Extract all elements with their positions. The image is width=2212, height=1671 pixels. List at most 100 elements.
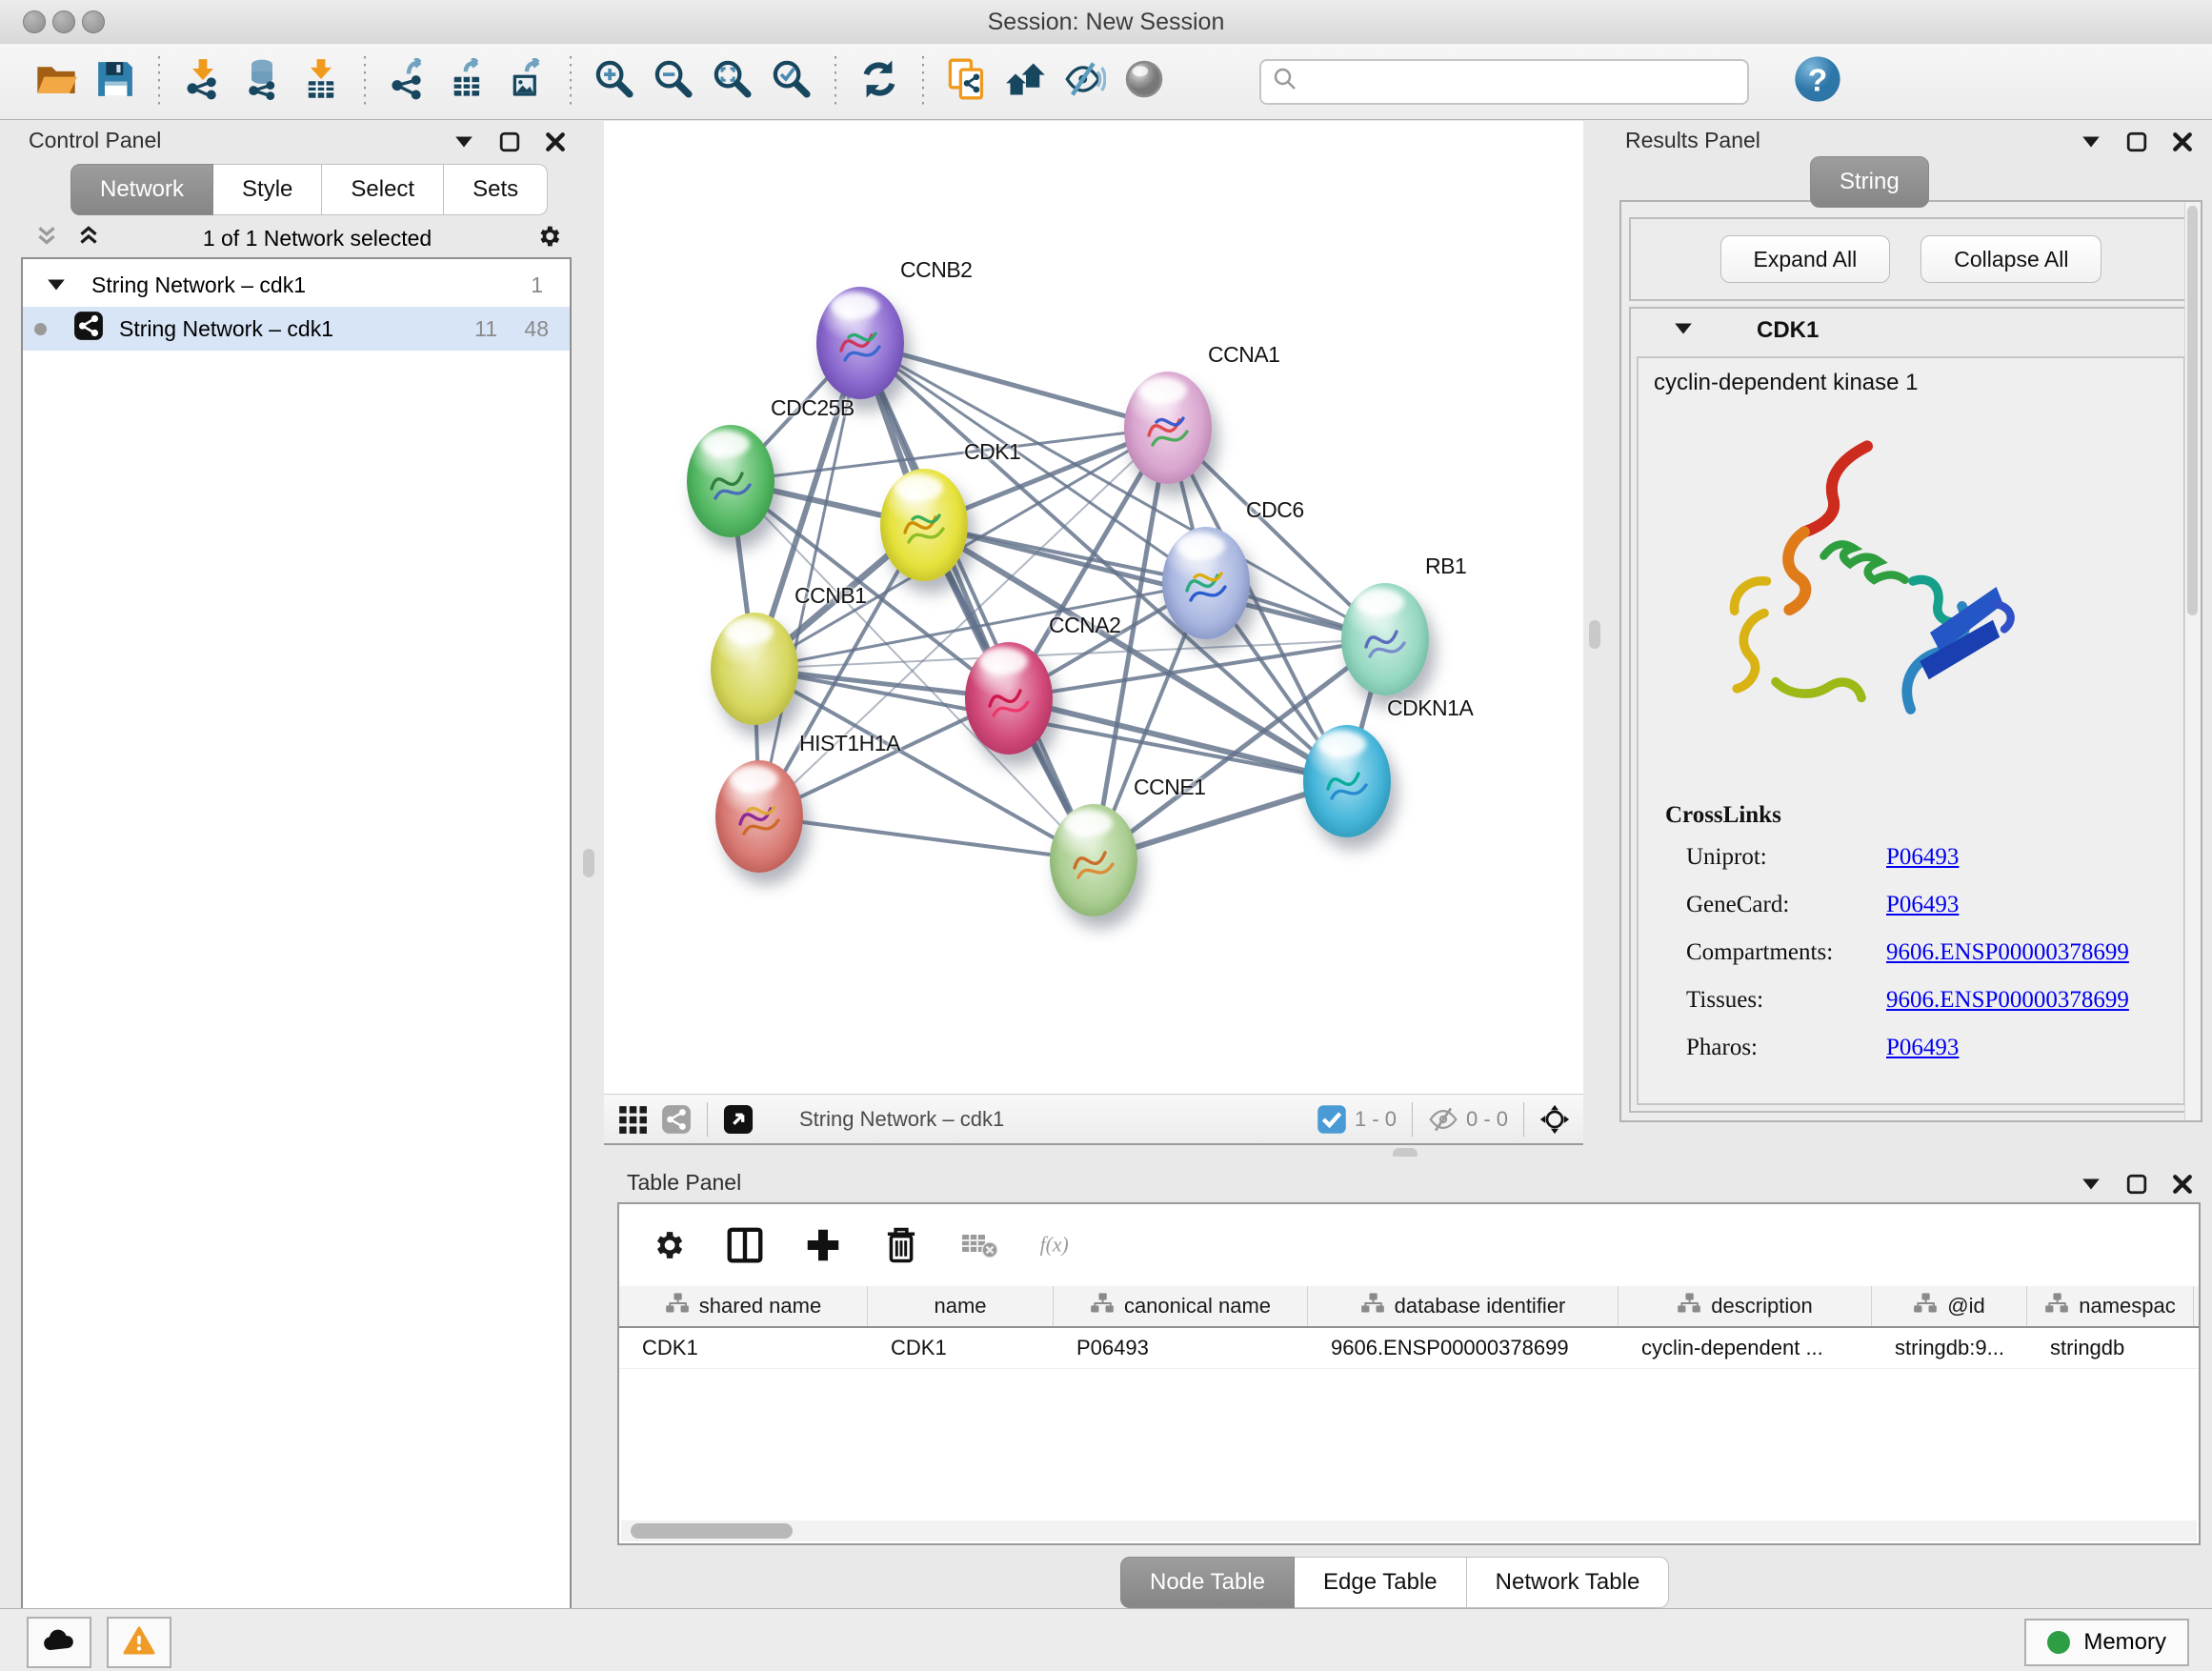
collapse-all-tree-icon[interactable] (76, 224, 101, 253)
refresh-button[interactable] (855, 55, 904, 109)
table-row[interactable]: CDK1CDK1P064939606.ENSP00000378699cyclin… (619, 1328, 2199, 1369)
zoom-selected-button[interactable] (767, 55, 816, 109)
open-session-button[interactable] (31, 55, 81, 109)
network-node-cdkn1a[interactable] (1303, 725, 1391, 837)
column-header[interactable]: database identifier (1308, 1286, 1619, 1326)
table-panel-float-icon[interactable] (2126, 1174, 2147, 1199)
network-canvas[interactable]: CCNB2CCNA1CDC25BCDK1CDC6RB1CCNB1CCNA2CDK… (604, 121, 1583, 1094)
network-node-ccnb2[interactable] (816, 287, 904, 399)
collection-caret-icon[interactable] (46, 272, 67, 298)
tab-style[interactable]: Style (213, 164, 322, 215)
inactive-orb-button[interactable] (1119, 55, 1169, 109)
export-network-button[interactable] (384, 55, 433, 109)
network-node-ccne1[interactable] (1050, 804, 1137, 916)
crosslink-link[interactable]: P06493 (1886, 892, 1959, 918)
table-panel-close-icon[interactable] (2172, 1174, 2193, 1199)
string-network-icon[interactable] (661, 1104, 692, 1135)
search-input[interactable] (1299, 64, 1747, 100)
save-session-button[interactable] (90, 55, 140, 109)
help-icon: ? (1794, 55, 1841, 108)
results-panel-collapse-icon[interactable] (2081, 131, 2101, 157)
network-collection-row[interactable]: String Network – cdk1 1 (23, 263, 570, 307)
warnings-button[interactable] (107, 1617, 171, 1668)
view-grid-icon[interactable] (617, 1104, 648, 1135)
results-panel-float-icon[interactable] (2126, 131, 2147, 157)
network-node-cdk1[interactable] (880, 469, 968, 581)
control-panel-collapse-icon[interactable] (453, 131, 474, 157)
tab-node-table[interactable]: Node Table (1120, 1557, 1295, 1608)
network-node-hist1h1a[interactable] (715, 760, 803, 873)
tab-edge-table[interactable]: Edge Table (1295, 1557, 1467, 1608)
network-node-ccna2[interactable] (965, 642, 1053, 755)
home-button[interactable] (1001, 55, 1051, 109)
table-panel-collapse-icon[interactable] (2081, 1174, 2101, 1199)
zoom-out-button[interactable] (649, 55, 698, 109)
network-options-gear-icon[interactable] (533, 222, 562, 255)
crosslink-link[interactable]: P06493 (1886, 844, 1959, 871)
fit-selected-crosshair-icon[interactable] (1539, 1104, 1570, 1135)
column-header[interactable]: shared name (619, 1286, 868, 1326)
right-splitter-handle[interactable] (1589, 620, 1600, 649)
entry-caret-icon[interactable] (1673, 321, 1694, 341)
column-header[interactable]: description (1619, 1286, 1872, 1326)
tab-sets[interactable]: Sets (444, 164, 548, 215)
crosslink-link[interactable]: 9606.ENSP00000378699 (1886, 987, 2129, 1014)
delete-column-icon[interactable] (882, 1226, 920, 1264)
expand-all-button[interactable]: Expand All (1720, 235, 1891, 283)
import-network-icon (182, 58, 224, 105)
add-column-icon[interactable] (804, 1226, 842, 1264)
network-node-ccna1[interactable] (1124, 372, 1212, 484)
results-scrollbar-thumb[interactable] (2187, 206, 2198, 615)
crosslink-link[interactable]: 9606.ENSP00000378699 (1886, 939, 2129, 966)
export-table-button[interactable] (443, 55, 493, 109)
control-panel-close-icon[interactable] (545, 131, 566, 157)
network-node-cdc6[interactable] (1162, 527, 1250, 639)
export-image-button[interactable] (502, 55, 552, 109)
table-hscrollbar-thumb[interactable] (631, 1523, 793, 1539)
tab-network[interactable]: Network (70, 164, 213, 215)
expand-all-tree-icon[interactable] (34, 224, 59, 253)
memory-button[interactable]: Memory (2024, 1619, 2189, 1666)
birdseye-view-icon[interactable] (723, 1104, 754, 1135)
import-table-icon (300, 58, 342, 105)
zoom-in-button[interactable] (590, 55, 639, 109)
crosslink-row: Tissues:9606.ENSP00000378699 (1686, 987, 2164, 1014)
network-node-rb1[interactable] (1341, 583, 1429, 695)
network-row-selected[interactable]: String Network – cdk1 11 48 (23, 307, 570, 351)
cloud-button[interactable] (27, 1617, 91, 1668)
results-panel-close-icon[interactable] (2172, 131, 2193, 157)
search-box[interactable] (1259, 59, 1749, 105)
import-network-button[interactable] (178, 55, 228, 109)
network-node-cdc25b[interactable] (687, 425, 774, 537)
zoom-in-icon (593, 58, 635, 105)
zoom-fit-button[interactable] (708, 55, 757, 109)
tree-mapping-icon (1913, 1292, 1938, 1320)
node-table[interactable]: shared namenamecanonical namedatabase id… (619, 1286, 2199, 1369)
network-tree: String Network – cdk1 1 String Network –… (21, 257, 572, 1671)
results-scrollbar[interactable] (2184, 202, 2201, 1120)
column-header[interactable]: @id (1872, 1286, 2027, 1326)
column-header[interactable]: namespac (2027, 1286, 2194, 1326)
help-button[interactable]: ? (1793, 55, 1842, 109)
column-header[interactable]: canonical name (1054, 1286, 1308, 1326)
tab-string[interactable]: String (1810, 156, 1929, 208)
tab-select[interactable]: Select (322, 164, 444, 215)
selected-checkbox-icon[interactable] (1317, 1104, 1347, 1135)
network-edge[interactable] (860, 343, 1094, 860)
show-columns-icon[interactable] (726, 1226, 764, 1264)
left-splitter-handle[interactable] (583, 849, 594, 877)
hide-panel-button[interactable] (1060, 55, 1110, 109)
table-options-gear-icon[interactable] (648, 1226, 686, 1264)
column-header[interactable]: name (868, 1286, 1054, 1326)
table-hscrollbar[interactable] (621, 1520, 2197, 1541)
clone-network-button[interactable] (942, 55, 992, 109)
protein-ribbon-thumb (733, 786, 786, 847)
network-edge[interactable] (759, 816, 1094, 860)
control-panel-float-icon[interactable] (499, 131, 520, 157)
collapse-all-button[interactable]: Collapse All (1920, 235, 2101, 283)
network-node-ccnb1[interactable] (711, 613, 798, 725)
crosslink-link[interactable]: P06493 (1886, 1035, 1959, 1061)
import-table-button[interactable] (296, 55, 346, 109)
tab-network-table[interactable]: Network Table (1467, 1557, 1670, 1608)
import-network-database-button[interactable] (237, 55, 287, 109)
